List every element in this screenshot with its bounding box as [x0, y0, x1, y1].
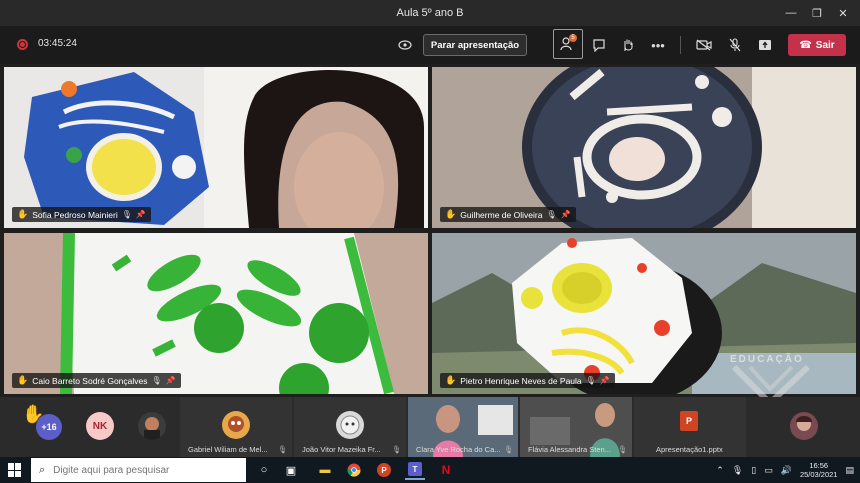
powerpoint-icon: P [680, 411, 698, 431]
video-feed [4, 67, 428, 228]
leave-label: Sair [815, 39, 835, 51]
share-screen-icon[interactable] [754, 35, 776, 55]
watermark-text: EDUCAÇÃO [730, 354, 804, 365]
mic-muted-icon: 🎙 [392, 445, 402, 454]
mic-muted-icon: 🎙 [151, 376, 162, 385]
pin-icon: 📌 [165, 376, 176, 385]
raised-hand-icon: ✋ [445, 209, 457, 219]
window-title: Aula 5º ano B [396, 7, 464, 19]
participant-name: Flávia Alessandra Sten... [528, 445, 611, 454]
network-icon[interactable]: ▭ [764, 465, 773, 476]
mic-muted-icon: 🎙 [618, 445, 628, 454]
avatar[interactable] [790, 412, 818, 440]
camera-off-icon[interactable] [693, 35, 715, 55]
raised-hand-icon: ✋ [445, 375, 457, 385]
shared-file-tile[interactable]: P Apresentação1.pptx [634, 397, 746, 457]
clock-date: 25/03/2021 [799, 470, 838, 479]
participant-name: Clara Yve Rocha do Ca... [416, 445, 501, 454]
recording-icon [17, 39, 28, 50]
mic-muted-icon: 🎙 [278, 445, 288, 454]
mouse-icon[interactable]: ▯ [751, 465, 756, 476]
chevron-up-icon[interactable]: ⌃ [716, 465, 724, 476]
video-tile[interactable]: ✋ Sofia Pedroso Mainieri 🎙 📌 [4, 67, 428, 228]
video-feed [432, 67, 856, 228]
chrome-icon[interactable] [344, 460, 364, 480]
shared-file-name: Apresentação1.pptx [656, 445, 723, 454]
taskbar-clock[interactable]: 16:56 25/03/2021 [800, 461, 838, 479]
meeting-toolbar: 03:45:24 Parar apresentação 5 ••• ☎ Sair [0, 26, 860, 64]
notifications-icon[interactable]: ▤ [845, 465, 854, 476]
title-bar: Aula 5º ano B — ❐ ✕ [0, 0, 860, 26]
avatar[interactable] [138, 412, 166, 440]
video-feed [4, 233, 428, 394]
search-input[interactable] [53, 464, 234, 476]
system-tray: ⌃ 🎙 ▯ ▭ 🔊 16:56 25/03/2021 ▤ [716, 457, 854, 483]
cortana-icon[interactable]: ○ [254, 460, 274, 480]
participant-name: Sofia Pedroso Mainieri [32, 209, 118, 220]
maximize-icon[interactable]: ❐ [806, 3, 828, 23]
meeting-timer: 03:45:24 [38, 38, 77, 49]
search-icon: ⌕ [39, 463, 46, 476]
raise-hand-icon[interactable] [617, 35, 639, 55]
participants-button[interactable]: 5 [553, 29, 583, 59]
video-tile[interactable]: ✋ Guilherme de Oliveira 🎙 📌 [432, 67, 856, 228]
phone-hangup-icon: ☎ [799, 39, 812, 51]
mic-muted-icon: 🎙 [546, 210, 557, 219]
participant-name-tag: ✋ Sofia Pedroso Mainieri 🎙 📌 [12, 207, 151, 222]
windows-taskbar: ⌕ ○ ▣ ▬ P T N ⌃ 🎙 ▯ ▭ 🔊 16:56 25/03/2021… [0, 457, 860, 483]
more-participants-button[interactable]: +16 [36, 414, 62, 440]
participant-name: Guilherme de Oliveira [460, 209, 543, 220]
eye-icon[interactable] [394, 35, 416, 55]
participant-name: Caio Barreto Sodré Gonçalves [32, 375, 148, 386]
divider [680, 36, 681, 54]
participant-strip: ✋ +16 NK Gabriel Wiliam de Mel... 🎙 João… [0, 397, 860, 457]
leave-button[interactable]: ☎ Sair [788, 34, 846, 56]
participants-count-badge: 5 [569, 34, 577, 42]
pin-icon: 📌 [599, 376, 610, 385]
participant-initials-avatar[interactable]: NK [86, 412, 114, 440]
participant-tile[interactable]: Gabriel Wiliam de Mel... 🎙 [180, 397, 292, 457]
participant-name-tag: ✋ Guilherme de Oliveira 🎙 📌 [440, 207, 576, 222]
taskbar-search[interactable]: ⌕ [31, 458, 246, 482]
teams-icon[interactable]: T [405, 460, 425, 480]
avatar [336, 411, 364, 439]
clock-time: 16:56 [809, 461, 829, 470]
video-tile[interactable]: ✋ Caio Barreto Sodré Gonçalves 🎙 📌 [4, 233, 428, 394]
more-options-icon[interactable]: ••• [647, 35, 669, 55]
windows-start-icon[interactable] [8, 463, 22, 477]
participant-tile[interactable]: Clara Yve Rocha do Ca... 🎙 [408, 397, 518, 457]
participant-tile[interactable]: Flávia Alessandra Sten... 🎙 [520, 397, 632, 457]
pin-icon: 📌 [135, 210, 146, 219]
chat-icon[interactable] [588, 35, 610, 55]
mic-muted-icon: 🎙 [121, 210, 132, 219]
participant-tile[interactable]: João Vitor Mazeika Fr... 🎙 [294, 397, 406, 457]
participant-name: Pietro Henrique Neves de Paula [460, 375, 582, 386]
minimize-icon[interactable]: — [780, 3, 802, 23]
participant-name-tag: ✋ Caio Barreto Sodré Gonçalves 🎙 📌 [12, 373, 181, 388]
microphone-icon[interactable]: 🎙 [732, 465, 743, 476]
close-icon[interactable]: ✕ [832, 3, 854, 23]
netflix-icon[interactable]: N [436, 460, 456, 480]
raised-hand-icon: ✋ [17, 209, 29, 219]
avatar [222, 411, 250, 439]
file-explorer-icon[interactable]: ▬ [315, 460, 335, 480]
volume-icon[interactable]: 🔊 [781, 465, 792, 476]
pin-icon: 📌 [560, 210, 571, 219]
raised-hand-icon: ✋ [17, 375, 29, 385]
stop-presenting-button[interactable]: Parar apresentação [423, 34, 527, 56]
mic-muted-icon: 🎙 [504, 445, 514, 454]
powerpoint-taskbar-icon[interactable]: P [374, 460, 394, 480]
participant-name-tag: ✋ Pietro Henrique Neves de Paula 🎙 📌 [440, 373, 615, 388]
mic-muted-icon: 🎙 [585, 376, 596, 385]
mic-off-icon[interactable] [724, 35, 746, 55]
participant-name: Gabriel Wiliam de Mel... [188, 445, 268, 454]
task-view-icon[interactable]: ▣ [281, 460, 301, 480]
participant-name: João Vitor Mazeika Fr... [302, 445, 381, 454]
window-controls: — ❐ ✕ [780, 3, 854, 23]
